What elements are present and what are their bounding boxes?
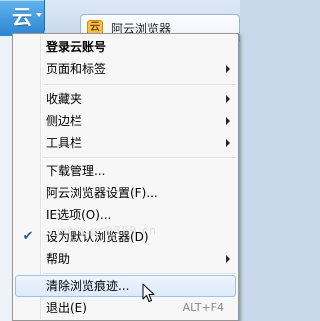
app-dropdown-menu: 登录云账号 页面和标签 收藏夹 侧边栏 工具栏 下载管理... 阿云浏览器设置(…: [12, 33, 239, 321]
menu-item-label: 收藏夹: [46, 92, 83, 106]
menu-item-clear-browsing-traces[interactable]: 清除浏览痕迹...: [15, 275, 236, 297]
shortcut-hint: ALT+F4: [182, 301, 224, 314]
menu-separator: [43, 84, 236, 86]
checkmark-icon: ✔: [22, 229, 34, 244]
menu-item-label: 退出(E): [46, 301, 87, 315]
menu-item-label: 帮助: [46, 252, 71, 266]
chevron-right-icon: [226, 95, 230, 103]
menu-item-label: 下载管理...: [46, 164, 106, 178]
menu-separator: [43, 157, 236, 159]
app-menu-button[interactable]: 云: [0, 0, 45, 37]
menu-item-ie-options[interactable]: IE选项(O)...: [15, 204, 236, 226]
menu-item-label: 清除浏览痕迹...: [46, 279, 130, 293]
menu-item-toolbar[interactable]: 工具栏: [15, 132, 236, 154]
cloud-logo-icon: 云: [12, 5, 32, 29]
menu-item-browser-settings[interactable]: 阿云浏览器设置(F)...: [15, 182, 236, 204]
menu-item-pages-and-tabs[interactable]: 页面和标签: [15, 58, 236, 80]
menu-item-exit[interactable]: 退出(E) ALT+F4: [15, 297, 236, 319]
menu-item-label: 工具栏: [46, 136, 83, 150]
menu-item-favorites[interactable]: 收藏夹: [15, 88, 236, 110]
menu-item-label: 登录云账号: [46, 40, 107, 54]
menu-item-label: 阿云浏览器设置(F)...: [46, 186, 158, 200]
menu-item-sidebar[interactable]: 侧边栏: [15, 110, 236, 132]
menu-item-label: 页面和标签: [46, 62, 107, 76]
chevron-down-icon: [36, 13, 42, 17]
menu-item-label: IE选项(O)...: [46, 208, 112, 222]
menu-item-label: 设为默认浏览器(D): [46, 230, 149, 244]
menu-item-set-default-browser[interactable]: ✔ 设为默认浏览器(D): [15, 226, 236, 248]
menu-item-label: 侧边栏: [46, 114, 83, 128]
menu-item-download-manager[interactable]: 下载管理...: [15, 160, 236, 182]
menu-item-login-cloud-account[interactable]: 登录云账号: [15, 36, 236, 58]
mouse-cursor-icon: [142, 283, 155, 302]
chevron-right-icon: [226, 255, 230, 263]
chevron-right-icon: [226, 139, 230, 147]
chevron-right-icon: [226, 117, 230, 125]
menu-item-help[interactable]: 帮助: [15, 248, 236, 270]
chevron-right-icon: [226, 65, 230, 73]
